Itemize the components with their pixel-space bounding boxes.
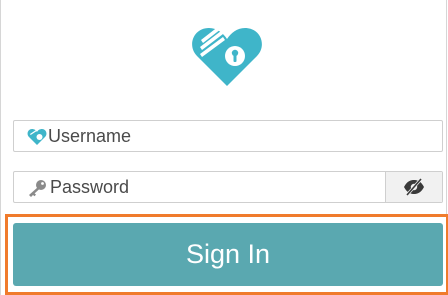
password-field[interactable]: Password xyxy=(13,171,443,203)
key-icon xyxy=(29,180,46,197)
login-panel: Username Password Sign In xyxy=(0,0,448,295)
password-placeholder: Password xyxy=(50,177,130,197)
username-field[interactable]: Username xyxy=(13,120,443,152)
heart-icon xyxy=(27,129,47,145)
eye-slash-icon xyxy=(404,178,424,196)
username-placeholder: Username xyxy=(48,126,132,146)
signin-button[interactable]: Sign In xyxy=(13,223,443,286)
password-visibility-toggle[interactable] xyxy=(385,172,442,202)
heart-lock-logo-icon xyxy=(192,26,262,86)
